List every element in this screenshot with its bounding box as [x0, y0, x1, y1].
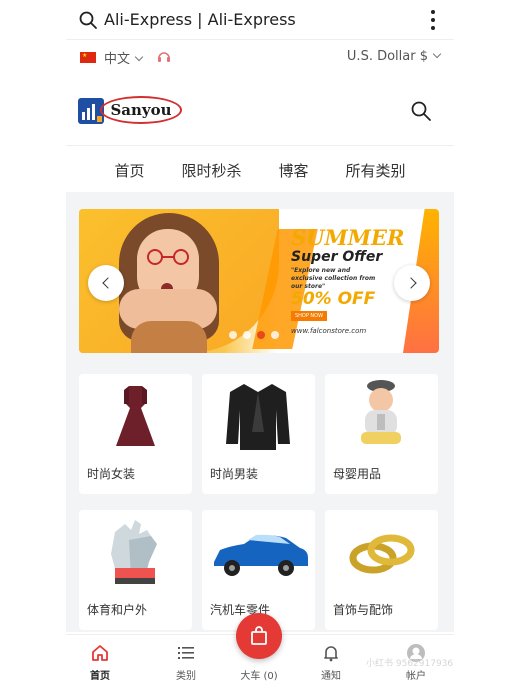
search-icon[interactable] [410, 100, 432, 122]
app-header: Ali-Express | Ali-Express [66, 0, 454, 40]
language-selector[interactable]: 中文 [104, 48, 144, 67]
tab-notifications[interactable]: 通知 [301, 643, 361, 682]
nav-item-flash-sale[interactable]: 限时秒杀 [181, 160, 241, 181]
banner-headline: SUMMER [291, 225, 405, 250]
chevron-down-icon [432, 49, 442, 59]
glasses-icon [147, 249, 189, 265]
carousel-dot[interactable] [243, 331, 251, 339]
category-label: 体育和户外 [87, 603, 148, 617]
logo-oval: Sanyou [100, 96, 182, 124]
chevron-down-icon [134, 52, 144, 61]
carousel-dot-active[interactable] [257, 331, 265, 339]
carousel-prev-button[interactable] [88, 265, 124, 301]
banner-tagline: "Explore new and exclusive collection fr… [291, 267, 376, 290]
shopping-bag-icon [251, 626, 267, 645]
banner-discount: 50% OFF [291, 289, 376, 309]
brand-bar: Sanyou [66, 76, 454, 146]
dress-icon [116, 386, 155, 446]
category-card-auto-parts[interactable]: 汽机车零件 [202, 510, 315, 630]
banner-subheadline: Super Offer [291, 249, 383, 265]
page-title: Ali-Express | Ali-Express [104, 10, 296, 29]
category-label: 时尚女装 [87, 467, 136, 481]
brand-logo[interactable]: Sanyou [78, 94, 186, 128]
nav-item-all-categories[interactable]: 所有类别 [345, 160, 405, 181]
search-icon[interactable] [78, 10, 98, 30]
carousel-next-button[interactable] [394, 265, 430, 301]
gloves-icon [111, 520, 157, 584]
baby-icon [361, 380, 401, 444]
promo-banner[interactable]: SUMMER Super Offer "Explore new and excl… [79, 209, 439, 353]
language-label: 中文 [104, 51, 131, 67]
main-nav: 首页 限时秒杀 博客 所有类别 [66, 150, 454, 190]
tab-label: 帐户 [406, 671, 426, 682]
category-card-sports-outdoor[interactable]: 体育和户外 [79, 510, 192, 630]
cart-button[interactable] [236, 613, 282, 659]
car-icon [214, 534, 308, 576]
currency-selector[interactable]: U.S. Dollar $ [346, 49, 442, 64]
category-card-mens-fashion[interactable]: 时尚男装 [202, 374, 315, 494]
bell-icon [324, 646, 338, 662]
chevron-left-icon [101, 277, 114, 289]
category-label: 母婴用品 [333, 467, 382, 481]
tab-label: 类别 [176, 671, 196, 682]
currency-label: U.S. Dollar $ [346, 49, 428, 64]
tab-cart[interactable]: 大车 (0) [229, 667, 289, 682]
tab-label: 大车 (0) [240, 671, 278, 682]
watermark: 小红书 9562917936 [366, 659, 454, 669]
category-card-jewelry[interactable]: 首饰与配饰 [325, 510, 438, 630]
rings-icon [349, 534, 415, 574]
main-content: SUMMER Super Offer "Explore new and excl… [66, 192, 454, 632]
carousel-dots [229, 331, 279, 339]
carousel-dot[interactable] [271, 331, 279, 339]
banner-url: www.falconstore.com [291, 327, 367, 335]
chevron-right-icon [404, 277, 417, 289]
category-label: 首饰与配饰 [333, 603, 394, 617]
category-card-womens-fashion[interactable]: 时尚女装 [79, 374, 192, 494]
category-label: 时尚男装 [210, 467, 259, 481]
tab-label: 通知 [321, 671, 341, 682]
banner-model-shirt [131, 321, 207, 353]
carousel-dot[interactable] [229, 331, 237, 339]
tab-label: 首页 [90, 671, 110, 682]
nav-item-home[interactable]: 首页 [114, 160, 144, 181]
category-card-mother-baby[interactable]: 母婴用品 [325, 374, 438, 494]
shop-now-button[interactable]: SHOP NOW [291, 311, 327, 321]
tab-categories[interactable]: 类别 [156, 643, 216, 682]
headset-icon[interactable] [156, 49, 172, 65]
suit-jacket-icon [226, 384, 290, 450]
locale-bar: 中文 U.S. Dollar $ [66, 40, 454, 74]
list-icon [178, 647, 194, 659]
home-icon [92, 645, 108, 661]
logo-text: Sanyou [110, 101, 172, 119]
china-flag-icon [80, 51, 96, 63]
tab-home[interactable]: 首页 [70, 643, 130, 682]
nav-item-blog[interactable]: 博客 [278, 160, 308, 181]
more-vertical-icon[interactable] [430, 10, 436, 30]
